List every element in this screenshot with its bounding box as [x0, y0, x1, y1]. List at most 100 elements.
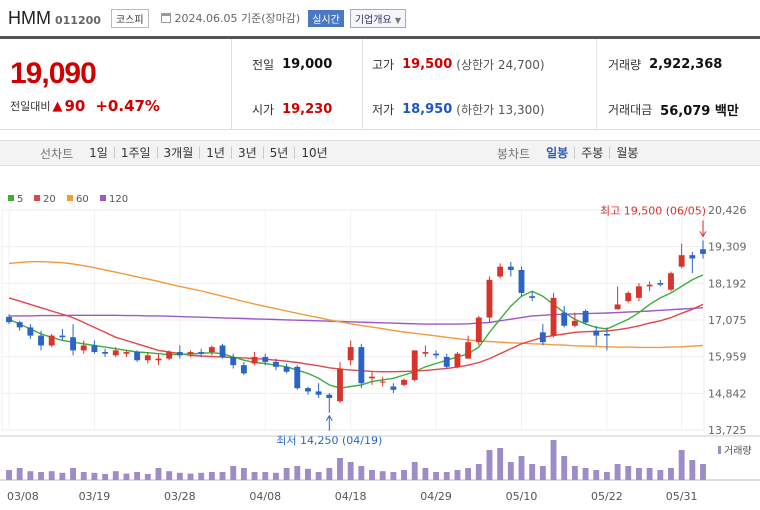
candle-body [358, 347, 365, 384]
candle-body [539, 332, 546, 343]
legend-label-ma60: 60 [76, 194, 89, 205]
period-5y[interactable]: 5년 [262, 147, 295, 159]
realtime-button[interactable]: 실시간 [308, 9, 344, 27]
volume-bar [187, 473, 194, 480]
volume-bar [625, 466, 632, 480]
candle-body [70, 337, 76, 351]
high-annotation: 최고 19,500 (06/05) [600, 204, 706, 217]
candle-body [390, 386, 397, 390]
grid-divider [596, 39, 597, 130]
x-tick-label: 04/29 [420, 490, 452, 503]
volume-bar [689, 460, 696, 480]
candle-body [262, 356, 269, 362]
volume-value: 2,922,368 [649, 56, 723, 72]
volume-bar [433, 472, 440, 480]
line-chart-label[interactable]: 선차트 [0, 145, 83, 162]
x-axis: 03/08 03/19 03/28 04/08 04/18 04/29 05/10 05/22… [7, 490, 697, 503]
prev-close-label: 전일 [252, 57, 275, 72]
y-tick-label: 19,309 [708, 241, 747, 254]
company-overview-label: 기업개요 [354, 14, 392, 26]
candle-body [315, 391, 322, 395]
volume-bar [326, 468, 333, 480]
company-overview-dropdown[interactable]: 기업개요 ▼ [349, 8, 406, 28]
candle-body [6, 316, 12, 323]
candle-body [294, 366, 301, 389]
y-tick-label: 13,725 [708, 424, 747, 437]
candle-body [518, 269, 525, 293]
candle-body [240, 365, 247, 374]
candle-body [272, 361, 279, 367]
volume-bar [70, 468, 76, 480]
price-box: 19,090 전일대비 ▲ 90 +0.47% [0, 39, 232, 130]
volume-bar [38, 472, 44, 480]
quote-date: 2024.06.05 기준(장마감) [160, 10, 301, 26]
candle-body [625, 292, 632, 302]
candle-body [166, 352, 173, 359]
period-3y[interactable]: 3년 [230, 147, 263, 159]
x-tick-label: 05/31 [666, 490, 698, 503]
candles [6, 240, 706, 413]
quote-summary: 19,090 전일대비 ▲ 90 +0.47% 전일 19,000 고가 19,… [0, 39, 760, 130]
period-1w[interactable]: 1주일 [113, 147, 157, 159]
change-value: 90 [64, 97, 86, 115]
market-badge: 코스피 [110, 8, 149, 28]
candle-body [465, 342, 472, 359]
quote-date-text: 2024.06.05 기준(장마감) [174, 12, 301, 25]
volume-bar [166, 471, 173, 480]
candle-body [582, 310, 589, 323]
ma120-line [9, 307, 704, 325]
volume-label: 거래량 [608, 57, 642, 72]
lower-limit: (하한가 13,300) [456, 102, 545, 117]
candle-body [326, 394, 333, 398]
volume-legend-swatch [718, 446, 721, 454]
volume-bar [155, 468, 162, 480]
volume-bar [646, 468, 653, 480]
y-tick-label: 17,075 [708, 314, 747, 327]
period-3m[interactable]: 3개월 [156, 147, 200, 159]
high-label: 고가 [372, 57, 395, 72]
candle-daily[interactable]: 일봉 [540, 147, 574, 159]
candle-body [144, 355, 151, 361]
period-1y[interactable]: 1년 [199, 147, 231, 159]
volume-bar [16, 468, 23, 480]
period-10y[interactable]: 10년 [294, 147, 333, 159]
candle-body [497, 266, 504, 277]
volume-bar [262, 472, 269, 480]
legend-label-ma5: 5 [17, 194, 23, 205]
prev-close: 전일 19,000 [252, 54, 332, 74]
volume-bar [486, 450, 493, 480]
candle-body [59, 335, 66, 338]
volume-bar [411, 462, 418, 480]
volume-bar [283, 468, 290, 480]
candle-body [561, 312, 568, 326]
legend-label-ma120: 120 [109, 194, 128, 205]
volume-bar [369, 470, 375, 480]
candle-body [668, 273, 674, 290]
volume-bar [571, 466, 578, 480]
current-price: 19,090 [10, 57, 97, 90]
candle-monthly[interactable]: 월봉 [609, 147, 644, 159]
volume-bar [475, 464, 482, 480]
candle-body [550, 297, 557, 336]
candle-body [411, 350, 418, 380]
volume: 거래량 2,922,368 [608, 54, 722, 74]
trade-value-value: 56,079 백만 [660, 103, 739, 119]
candle-body [112, 350, 119, 356]
open-label: 시가 [252, 102, 275, 117]
volume-bar [240, 468, 247, 480]
candle-weekly[interactable]: 주봉 [574, 147, 609, 159]
candle-body [123, 352, 130, 354]
period-1d[interactable]: 1일 [83, 147, 114, 159]
volume-bar [550, 440, 557, 480]
candle-body [16, 322, 23, 328]
volume-bar [230, 466, 237, 480]
x-tick-label: 05/10 [506, 490, 538, 503]
candle-chart-label[interactable]: 봉차트 [497, 145, 540, 162]
volume-bar [91, 472, 98, 480]
volume-bar [80, 472, 87, 480]
legend-label-ma20: 20 [43, 194, 56, 205]
caret-down-icon: ▼ [394, 15, 401, 25]
volume-bar [315, 472, 322, 480]
y-tick-label: 15,959 [708, 351, 747, 364]
price-change: 전일대비 ▲ 90 +0.47% [10, 97, 160, 115]
